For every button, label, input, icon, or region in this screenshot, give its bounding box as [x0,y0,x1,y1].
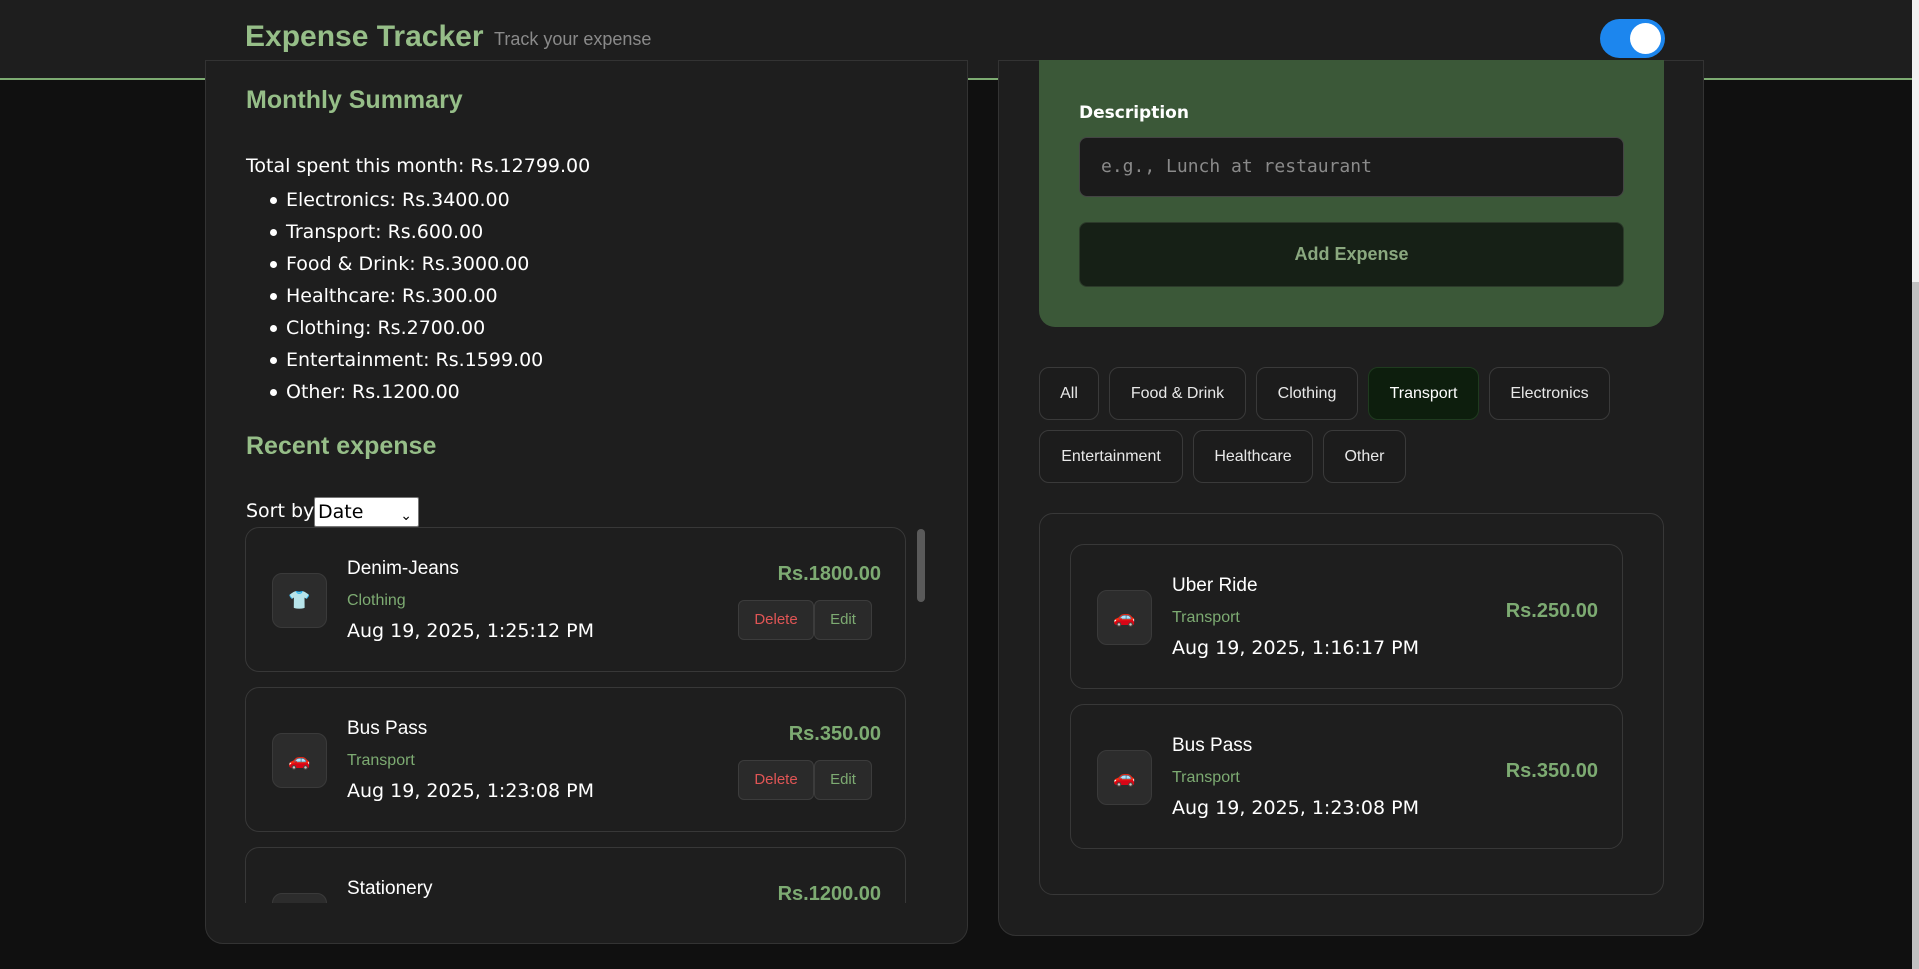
expense-date: Aug 19, 2025, 1:16:17 PM [1172,637,1419,659]
expense-name: Stationery [347,878,433,899]
expense-card: 🚗 Bus Pass Transport Aug 19, 2025, 1:23:… [245,687,906,832]
expense-amount: Rs.250.00 [1505,600,1598,622]
page-scrollbar[interactable] [1912,0,1919,969]
page-scrollbar-thumb[interactable] [1912,282,1919,969]
expense-name: Denim-Jeans [347,558,459,579]
car-icon: 🚗 [1097,750,1152,805]
expense-list-scrollbar-thumb[interactable] [917,529,925,602]
car-icon: 🚗 [1097,590,1152,645]
theme-toggle[interactable] [1600,19,1665,58]
sort-label: Sort by: [246,500,320,522]
description-label: Description [1079,103,1189,123]
filter-healthcare[interactable]: Healthcare [1193,430,1313,483]
expense-name: Bus Pass [347,718,428,739]
expense-category: Clothing [347,592,406,609]
expense-date: Aug 19, 2025, 1:23:08 PM [347,780,594,802]
edit-button[interactable]: Edit [814,760,872,800]
filter-transport[interactable]: Transport [1368,367,1479,420]
monthly-summary-title: Monthly Summary [246,86,463,114]
category-total-item: Food & Drink: Rs.3000.00 [270,248,543,280]
expense-amount: Rs.350.00 [788,723,881,745]
delete-button[interactable]: Delete [738,600,814,640]
expense-name: Bus Pass [1172,735,1253,756]
expense-amount: Rs.1800.00 [777,563,881,585]
edit-button[interactable]: Edit [814,600,872,640]
category-total-item: Healthcare: Rs.300.00 [270,280,543,312]
car-icon: 🚗 [272,733,327,788]
filter-all[interactable]: All [1039,367,1099,420]
filter-other[interactable]: Other [1323,430,1406,483]
filter-entertainment[interactable]: Entertainment [1039,430,1183,483]
app-tagline: Track your expense [494,29,652,49]
delete-button[interactable]: Delete [738,760,814,800]
expense-date: Aug 19, 2025, 1:25:12 PM [347,620,594,642]
category-breakdown-list: Electronics: Rs.3400.00 Transport: Rs.60… [270,184,543,408]
sort-selected-value: Date [318,501,364,523]
chevron-down-icon: ⌄ [400,508,412,524]
toggle-knob [1630,23,1661,54]
filter-food-drink[interactable]: Food & Drink [1109,367,1246,420]
other-icon [272,893,327,903]
category-total-item: Clothing: Rs.2700.00 [270,312,543,344]
category-total-item: Other: Rs.1200.00 [270,376,543,408]
sort-select[interactable]: Date ⌄ [314,497,419,527]
expense-card: 👕 Denim-Jeans Clothing Aug 19, 2025, 1:2… [245,527,906,672]
expense-date: Aug 19, 2025, 1:23:08 PM [1172,797,1419,819]
expense-category: Transport [1172,609,1240,626]
category-total-item: Transport: Rs.600.00 [270,216,543,248]
expense-card: 🚗 Uber Ride Transport Aug 19, 2025, 1:16… [1070,544,1623,689]
category-total-item: Entertainment: Rs.1599.00 [270,344,543,376]
expense-amount: Rs.350.00 [1505,760,1598,782]
expense-card: Stationery Rs.1200.00 [245,847,906,903]
category-total-item: Electronics: Rs.3400.00 [270,184,543,216]
app-title: Expense Tracker [245,20,484,53]
monthly-total: Total spent this month: Rs.12799.00 [246,155,591,177]
filter-clothing[interactable]: Clothing [1256,367,1358,420]
recent-expense-title: Recent expense [246,432,437,460]
filter-electronics[interactable]: Electronics [1489,367,1610,420]
recent-expense-list[interactable]: 👕 Denim-Jeans Clothing Aug 19, 2025, 1:2… [245,527,920,903]
expense-list-scrollbar[interactable] [916,527,926,903]
expense-card: 🚗 Bus Pass Transport Aug 19, 2025, 1:23:… [1070,704,1623,849]
expense-name: Uber Ride [1172,575,1258,596]
shirt-icon: 👕 [272,573,327,628]
expense-category: Transport [347,752,415,769]
add-expense-button[interactable]: Add Expense [1079,222,1624,287]
expense-category: Transport [1172,769,1240,786]
expense-amount: Rs.1200.00 [777,883,881,903]
description-input[interactable]: e.g., Lunch at restaurant [1079,137,1624,197]
